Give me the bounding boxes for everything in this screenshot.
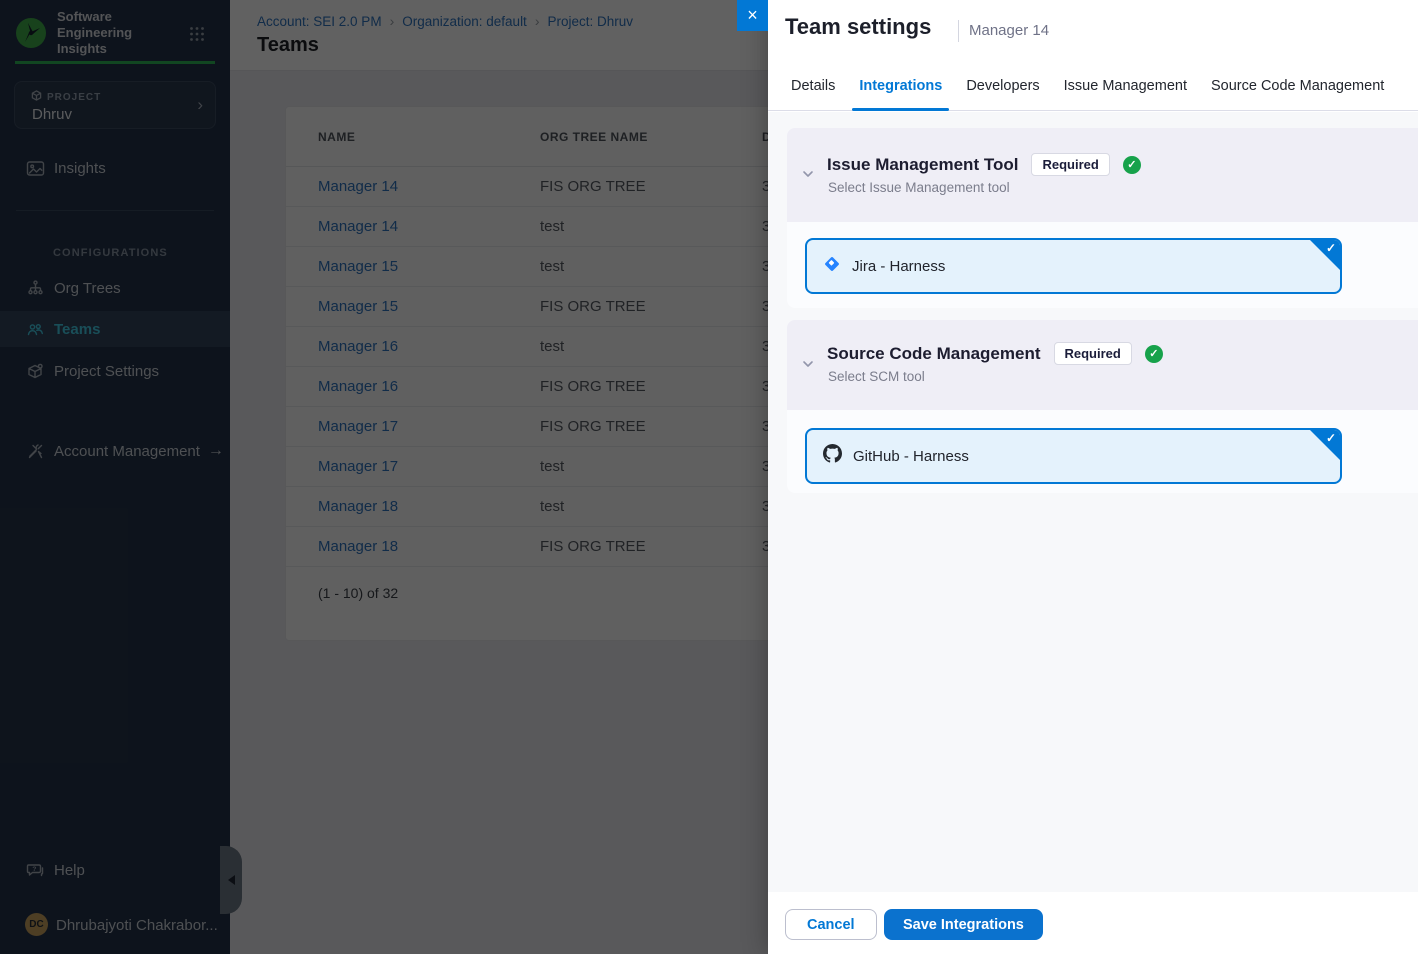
tab-source-code-management[interactable]: Source Code Management (1199, 61, 1396, 110)
cancel-button[interactable]: Cancel (785, 909, 877, 940)
save-integrations-button[interactable]: Save Integrations (884, 909, 1043, 940)
section-header[interactable]: Source Code Management Required ✓ Select… (787, 320, 1418, 410)
app-root: Software Engineering Insights PROJECT Dh… (0, 0, 1418, 954)
drawer-tabs: Details Integrations Developers Issue Ma… (768, 61, 1418, 111)
drawer-subtitle: Manager 14 (969, 22, 1049, 39)
tab-issue-management[interactable]: Issue Management (1052, 61, 1199, 110)
section-source-code-management: Source Code Management Required ✓ Select… (787, 320, 1418, 493)
section-subtitle: Select SCM tool (828, 369, 925, 384)
section-subtitle: Select Issue Management tool (828, 180, 1010, 195)
title-divider (958, 20, 959, 42)
section-issue-management-tool: Issue Management Tool Required ✓ Select … (787, 128, 1418, 308)
integration-card-label: GitHub - Harness (853, 448, 969, 465)
section-title: Issue Management Tool (827, 155, 1018, 175)
success-check-icon: ✓ (1123, 156, 1141, 174)
tab-integrations[interactable]: Integrations (847, 61, 954, 110)
section-header[interactable]: Issue Management Tool Required ✓ Select … (787, 128, 1418, 222)
section-body: GitHub - Harness ✓ (787, 410, 1418, 493)
required-badge: Required (1054, 342, 1132, 365)
required-badge: Required (1031, 153, 1109, 176)
jira-icon (823, 255, 841, 278)
section-title: Source Code Management (827, 344, 1041, 364)
tab-developers[interactable]: Developers (954, 61, 1051, 110)
team-settings-drawer: Team settings Manager 14 Details Integra… (768, 0, 1418, 954)
selected-check-icon: ✓ (1326, 241, 1336, 255)
integration-card-github[interactable]: GitHub - Harness ✓ (805, 428, 1342, 484)
drawer-body: Issue Management Tool Required ✓ Select … (768, 112, 1418, 892)
drawer-title: Team settings (785, 14, 931, 40)
close-icon: × (747, 5, 758, 26)
integration-card-label: Jira - Harness (852, 258, 945, 275)
selected-check-icon: ✓ (1326, 431, 1336, 445)
integration-card-jira[interactable]: Jira - Harness ✓ (805, 238, 1342, 294)
success-check-icon: ✓ (1145, 345, 1163, 363)
drawer-footer: Cancel Save Integrations (768, 892, 1418, 954)
chevron-down-icon[interactable] (800, 356, 816, 372)
github-icon (823, 444, 842, 468)
section-body: Jira - Harness ✓ (787, 222, 1418, 308)
drawer-backdrop[interactable] (0, 0, 768, 954)
chevron-down-icon[interactable] (800, 166, 816, 182)
tab-details[interactable]: Details (779, 61, 847, 110)
drawer-close-button[interactable]: × (737, 0, 768, 31)
